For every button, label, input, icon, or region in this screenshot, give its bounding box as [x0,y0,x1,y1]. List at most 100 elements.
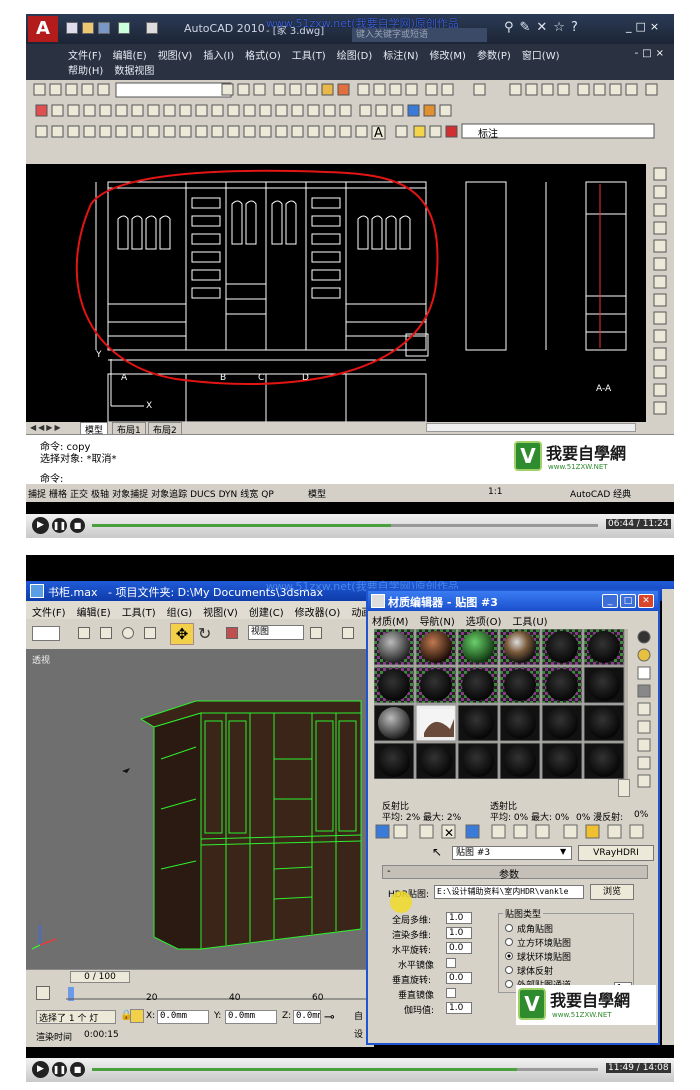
me-menu-navigation[interactable]: 导航(N) [419,613,454,628]
multiplier-field[interactable]: 1.0 [446,912,472,924]
max-menu-edit[interactable]: 编辑(E) [77,604,111,619]
horizontal-rotation-field[interactable]: 0.0 [446,942,472,954]
pick-material-icon[interactable]: ↖ [432,845,442,859]
menu-edit[interactable]: 编辑(E) [113,47,147,62]
play-icon[interactable]: ▶ [32,517,49,534]
pause-icon[interactable]: ❚❚ [52,518,67,533]
menu-modify[interactable]: 修改(M) [430,47,466,62]
mini-curve-editor-icon[interactable] [36,986,50,1000]
status-otrack[interactable]: 对象追踪 [151,490,187,500]
status-ducs[interactable]: DUCS [190,490,216,500]
snap-icon[interactable] [342,627,354,639]
select-by-name-icon[interactable] [100,627,112,639]
status-grid[interactable]: 栅格 [49,490,67,500]
map-type-option[interactable]: 球状环境贴图 [505,950,571,963]
status-lwt[interactable]: 线宽 [240,490,258,500]
horizontal-scrollbar[interactable] [426,423,636,432]
window-controls[interactable]: _□× [626,20,663,33]
max-menu-modifiers[interactable]: 修改器(O) [295,604,341,619]
hdr-path-field[interactable]: E:\设计辅助资料\室内HDR\vankle [434,885,584,899]
annotation-scale[interactable]: 1:1 [488,487,502,497]
map-type-button[interactable]: VRayHDRI [578,845,654,861]
menu-insert[interactable]: 插入(I) [203,47,234,62]
z-coordinate-field[interactable]: 0.0mm [293,1010,321,1024]
play-icon-2[interactable]: ▶ [32,1061,49,1078]
status-dyn[interactable]: DYN [219,490,238,500]
status-polar[interactable]: 极轴 [91,490,109,500]
pause-icon-2[interactable]: ❚❚ [52,1062,67,1077]
minimize-button[interactable]: _ [602,594,618,608]
menu-help[interactable]: 帮助(H) [68,62,103,77]
pivot-icon[interactable] [310,627,322,639]
sample-side-icons[interactable] [632,629,656,789]
workspace-switch[interactable]: AutoCAD 经典 [570,487,631,500]
select-object-icon[interactable] [78,627,90,639]
time-slider[interactable]: 0 / 100 [26,969,374,983]
status-osnap[interactable]: 对象捕捉 [112,490,148,500]
select-region-icon[interactable] [122,627,134,639]
menu-draw[interactable]: 绘图(D) [337,47,373,62]
max-menu-create[interactable]: 创建(C) [249,604,284,619]
scale-icon[interactable] [226,627,238,639]
reference-coord-dropdown[interactable]: 视图 [248,625,304,640]
me-menu-utilities[interactable]: 工具(U) [512,613,547,628]
close-button[interactable]: ✕ [638,594,654,608]
radio-icon[interactable] [505,980,513,988]
set-key-label[interactable]: 设 [354,1027,363,1040]
menu-parametric[interactable]: 参数(P) [477,47,511,62]
auto-key-label[interactable]: 自 [354,1009,363,1022]
slots-scrollbar[interactable] [618,779,630,797]
gamma-field[interactable]: 1.0 [446,1002,472,1014]
status-model[interactable]: 模型 [308,487,326,500]
map-type-option[interactable]: 立方环境贴图 [505,936,571,949]
sample-slots-svg[interactable] [373,628,628,780]
toolbar-icons-svg[interactable]: A [26,80,674,164]
menu-dataview[interactable]: 数据视图 [114,62,154,77]
perspective-viewport[interactable]: 透视 [26,649,374,969]
parameters-rollout-header[interactable]: - 参数 [382,865,648,881]
menu-dimension[interactable]: 标注(N) [383,47,418,62]
window-crossing-icon[interactable] [144,627,156,639]
tab-nav-arrows[interactable]: ◀◀▶▶ [30,423,63,432]
stop-icon[interactable]: ■ [70,518,85,533]
radio-icon[interactable] [505,924,513,932]
material-editor-toolbar-icons[interactable]: ✕ [374,823,656,841]
me-menu-material[interactable]: 材质(M) [372,613,408,628]
move-icon[interactable]: ✥ [170,623,194,645]
undo-icon[interactable] [118,22,130,34]
drawing-canvas[interactable]: A B C D A-A X Y [26,164,646,423]
browse-button[interactable]: 浏览 [590,884,634,900]
status-snap[interactable]: 捕捉 [28,490,46,500]
menu-view[interactable]: 视图(V) [158,47,193,62]
document-window-controls[interactable]: -□× [635,48,668,59]
map-type-option[interactable]: 成角贴图 [505,922,553,935]
layer-dropdown-value[interactable]: 标注 [478,125,498,140]
selection-filter-dropdown[interactable] [32,626,60,641]
radio-icon[interactable] [505,966,513,974]
stop-icon-2[interactable]: ■ [70,1062,85,1077]
max-menu-file[interactable]: 文件(F) [32,604,66,619]
menu-file[interactable]: 文件(F) [68,47,102,62]
menu-format[interactable]: 格式(O) [245,47,281,62]
time-slider-thumb[interactable]: 0 / 100 [70,971,130,983]
seek-bar[interactable] [92,524,598,527]
radio-selected-icon[interactable] [505,952,513,960]
absolute-mode-icon[interactable] [130,1009,144,1023]
print-icon[interactable] [146,22,158,34]
modify-toolbar-icons[interactable] [646,164,674,434]
rollout-collapse-icon[interactable]: - [387,866,391,877]
seek-bar-2[interactable] [92,1068,598,1071]
status-ortho[interactable]: 正交 [70,490,88,500]
max-menu-group[interactable]: 组(G) [167,604,193,619]
me-menu-options[interactable]: 选项(O) [466,613,502,628]
max-menu-views[interactable]: 视图(V) [203,604,238,619]
key-icon[interactable]: ⊸ [324,1010,335,1025]
menu-window[interactable]: 窗口(W) [522,47,560,62]
autocad-logo-icon[interactable]: A [28,16,58,42]
status-qp[interactable]: QP [261,490,274,500]
x-coordinate-field[interactable]: 0.0mm [157,1010,209,1024]
infocenter-icons[interactable]: ⚲✎✕☆? [504,20,584,35]
rotate-icon[interactable]: ↻ [198,624,211,643]
vertical-rotation-field[interactable]: 0.0 [446,972,472,984]
map-name-field[interactable]: 贴图 #3 [452,846,572,860]
